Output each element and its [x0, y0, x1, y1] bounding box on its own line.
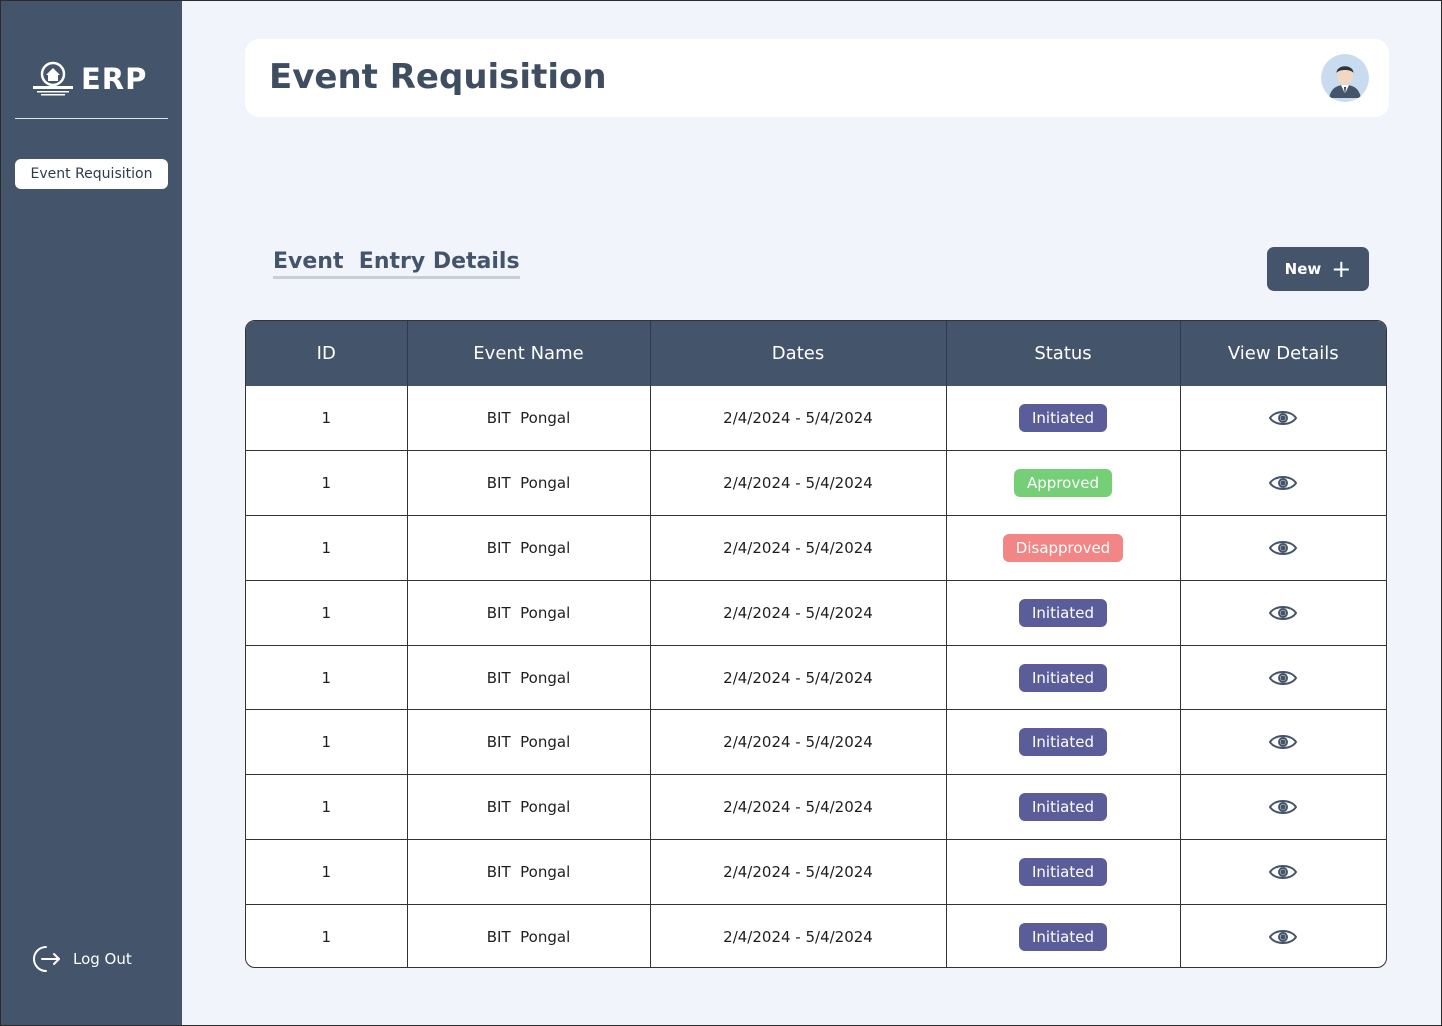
column-header-dates: Dates — [650, 321, 947, 386]
table-row: 1 BIT Pongal 2/4/2024 - 5/4/2024 Initiated — [246, 774, 1386, 841]
cell-view-details — [1180, 839, 1386, 905]
eye-icon[interactable] — [1268, 603, 1298, 623]
cell-dates: 2/4/2024 - 5/4/2024 — [650, 645, 947, 711]
cell-view-details — [1180, 774, 1386, 841]
section-title: Event Entry Details — [273, 249, 520, 279]
cell-status: Initiated — [946, 645, 1181, 711]
cell-status: Initiated — [946, 839, 1181, 905]
table-row: 1 BIT Pongal 2/4/2024 - 5/4/2024 Initiated — [246, 386, 1386, 452]
status-badge[interactable]: Initiated — [1019, 404, 1107, 433]
cell-status: Initiated — [946, 774, 1181, 841]
cell-event-name: BIT Pongal — [407, 645, 651, 711]
plus-icon: + — [1331, 255, 1352, 283]
sidebar-divider — [15, 118, 168, 119]
cell-dates: 2/4/2024 - 5/4/2024 — [650, 386, 947, 452]
logo-text: ERP — [81, 62, 148, 96]
cell-event-name: BIT Pongal — [407, 515, 651, 581]
column-header-status: Status — [946, 321, 1181, 386]
table-row: 1 BIT Pongal 2/4/2024 - 5/4/2024 Initiated — [246, 904, 1386, 967]
cell-view-details — [1180, 904, 1386, 967]
cell-event-name: BIT Pongal — [407, 904, 651, 967]
user-avatar[interactable] — [1321, 54, 1369, 102]
cell-id: 1 — [246, 580, 408, 646]
cell-view-details — [1180, 709, 1386, 776]
status-badge[interactable]: Initiated — [1019, 598, 1107, 627]
logout-icon — [33, 946, 60, 972]
cell-event-name: BIT Pongal — [407, 839, 651, 905]
eye-icon[interactable] — [1268, 732, 1298, 752]
new-entry-button[interactable]: New + — [1267, 247, 1369, 291]
table-row: 1 BIT Pongal 2/4/2024 - 5/4/2024 Approved — [246, 450, 1386, 517]
new-button-label: New — [1284, 260, 1322, 278]
table-row: 1 BIT Pongal 2/4/2024 - 5/4/2024 Disapprove… — [246, 515, 1386, 581]
cell-dates: 2/4/2024 - 5/4/2024 — [650, 774, 947, 841]
cell-id: 1 — [246, 515, 408, 581]
cell-status: Initiated — [946, 386, 1181, 452]
eye-icon[interactable] — [1268, 862, 1298, 882]
status-badge[interactable]: Initiated — [1019, 857, 1107, 886]
cell-dates: 2/4/2024 - 5/4/2024 — [650, 450, 947, 517]
status-badge[interactable]: Initiated — [1019, 793, 1107, 822]
cell-view-details — [1180, 515, 1386, 581]
table-row: 1 BIT Pongal 2/4/2024 - 5/4/2024 Initiated — [246, 839, 1386, 905]
eye-icon[interactable] — [1268, 797, 1298, 817]
cell-event-name: BIT Pongal — [407, 774, 651, 841]
cell-id: 1 — [246, 386, 408, 452]
cell-status: Initiated — [946, 904, 1181, 967]
cell-dates: 2/4/2024 - 5/4/2024 — [650, 904, 947, 967]
logout-button[interactable]: Log Out — [29, 943, 132, 975]
cell-id: 1 — [246, 774, 408, 841]
table-row: 1 BIT Pongal 2/4/2024 - 5/4/2024 Initiated — [246, 580, 1386, 646]
eye-icon[interactable] — [1268, 927, 1298, 947]
cell-view-details — [1180, 645, 1386, 711]
table-row: 1 BIT Pongal 2/4/2024 - 5/4/2024 Initiated — [246, 645, 1386, 711]
cell-status: Initiated — [946, 709, 1181, 776]
sidebar-item-event-requisition[interactable]: Event Requisition — [15, 159, 168, 189]
status-badge[interactable]: Approved — [1014, 469, 1112, 498]
cell-status: Disapproved — [946, 515, 1181, 581]
cell-dates: 2/4/2024 - 5/4/2024 — [650, 709, 947, 776]
cell-event-name: BIT Pongal — [407, 580, 651, 646]
status-badge[interactable]: Initiated — [1019, 923, 1107, 952]
cell-status: Initiated — [946, 580, 1181, 646]
cell-id: 1 — [246, 709, 408, 776]
eye-icon[interactable] — [1268, 408, 1298, 428]
user-avatar-icon — [1321, 54, 1369, 102]
cell-id: 1 — [246, 904, 408, 967]
page-header: Event Requisition — [245, 39, 1389, 117]
status-badge[interactable]: Initiated — [1019, 663, 1107, 692]
cell-view-details — [1180, 580, 1386, 646]
eye-icon[interactable] — [1268, 668, 1298, 688]
status-badge[interactable]: Initiated — [1019, 728, 1107, 757]
cell-id: 1 — [246, 645, 408, 711]
cell-status: Approved — [946, 450, 1181, 517]
status-badge[interactable]: Disapproved — [1002, 533, 1124, 562]
cell-dates: 2/4/2024 - 5/4/2024 — [650, 839, 947, 905]
cell-view-details — [1180, 450, 1386, 517]
app-logo[interactable]: ERP — [31, 59, 161, 99]
cell-event-name: BIT Pongal — [407, 450, 651, 517]
eye-icon[interactable] — [1268, 538, 1298, 558]
cell-dates: 2/4/2024 - 5/4/2024 — [650, 515, 947, 581]
table-row: 1 BIT Pongal 2/4/2024 - 5/4/2024 Initiated — [246, 709, 1386, 776]
institute-emblem-icon — [33, 61, 73, 96]
cell-id: 1 — [246, 450, 408, 517]
eye-icon[interactable] — [1268, 473, 1298, 493]
table-header-row: ID Event Name Dates Status View Details — [246, 321, 1386, 386]
sidebar: ERP Event Requisition Log Out — [1, 1, 182, 1025]
column-header-id: ID — [246, 321, 408, 386]
cell-id: 1 — [246, 839, 408, 905]
cell-event-name: BIT Pongal — [407, 386, 651, 452]
logout-label: Log Out — [73, 950, 132, 968]
cell-event-name: BIT Pongal — [407, 709, 651, 776]
sidebar-item-label: Event Requisition — [30, 166, 153, 182]
cell-view-details — [1180, 386, 1386, 452]
column-header-event-name: Event Name — [407, 321, 651, 386]
cell-dates: 2/4/2024 - 5/4/2024 — [650, 580, 947, 646]
event-table: ID Event Name Dates Status View Details … — [245, 320, 1387, 968]
column-header-view-details: View Details — [1227, 343, 1339, 364]
page-title: Event Requisition — [269, 57, 607, 97]
